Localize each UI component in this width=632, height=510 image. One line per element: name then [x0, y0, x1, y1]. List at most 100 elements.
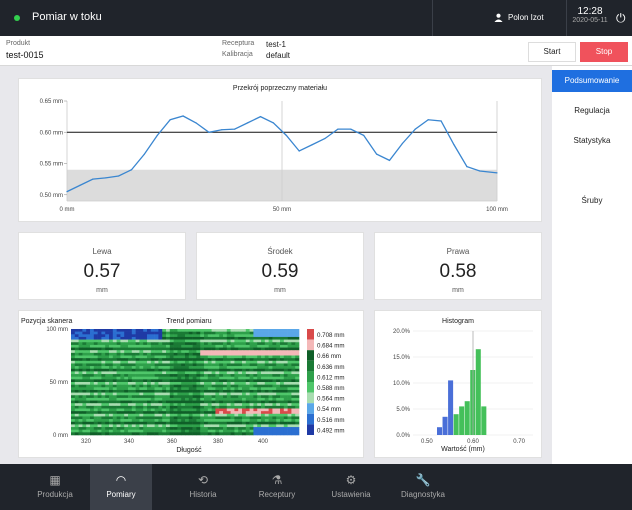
heatmap-cell [120, 392, 125, 396]
heatmap-cell [162, 334, 167, 338]
start-button[interactable]: Start [528, 42, 576, 62]
heatmap-cell [90, 408, 95, 412]
heatmap-cell [207, 397, 212, 401]
heatmap-cell [249, 427, 254, 430]
heatmap-cell [188, 411, 193, 415]
tab-production[interactable]: ▦ Produkcja [24, 464, 86, 510]
heatmap-cell [158, 411, 163, 415]
heatmap-cell [207, 368, 212, 372]
heatmap-cell [200, 413, 205, 417]
heatmap-cell [74, 382, 79, 385]
heatmap-cell [139, 424, 144, 428]
tab-diagnostics[interactable]: 🔧 Diagnostyka [392, 464, 454, 510]
heatmap-cell [280, 408, 285, 412]
heatmap-cell [249, 411, 254, 415]
heatmap-cell [86, 331, 91, 335]
heatmap-cell [253, 432, 258, 436]
heatmap-cell [188, 355, 193, 359]
heatmap-cell [264, 339, 269, 343]
tab-recipes[interactable]: ⚗ Receptury [246, 464, 308, 510]
heatmap-cell [143, 339, 148, 343]
heatmap-cell [192, 427, 197, 430]
heatmap-cell [86, 334, 91, 338]
heatmap-cell [135, 429, 140, 433]
heatmap-cell [238, 376, 243, 380]
heatmap-cell [268, 371, 273, 375]
side-menu-item-regulation[interactable]: Regulacja [552, 100, 632, 122]
heatmap-cell [97, 405, 102, 409]
heatmap-cell [230, 392, 235, 396]
heatmap-cell [120, 429, 125, 433]
heatmap-cell [268, 419, 273, 423]
heatmap-cell [143, 397, 148, 401]
heatmap-cell [71, 334, 76, 338]
heatmap-cell [283, 429, 288, 433]
heatmap-cell [242, 360, 247, 364]
side-menu-item-statistics[interactable]: Statystyka [552, 130, 632, 152]
trend-heatmap-chart: Pozycja skanera Trend pomiaru 100 mm50 m… [21, 318, 345, 454]
heatmap-cell [128, 376, 133, 380]
stop-button[interactable]: Stop [580, 42, 628, 62]
heatmap-cell [280, 360, 285, 364]
heatmap-cell [78, 376, 83, 380]
side-menu-item-summary[interactable]: Podsumowanie [552, 70, 632, 92]
heatmap-cell [128, 342, 133, 346]
heatmap-cell [245, 408, 250, 412]
heatmap-cell [185, 392, 190, 396]
heatmap-cell [90, 384, 95, 388]
heatmap-cell [166, 403, 171, 407]
tab-measurements[interactable]: ◠ Pomiary [90, 464, 152, 510]
heatmap-cell [90, 400, 95, 404]
heatmap-cell [226, 382, 231, 385]
heatmap-cell [276, 384, 281, 388]
heatmap-cell [74, 334, 79, 338]
heatmap-cell [245, 350, 250, 354]
heatmap-cell [97, 424, 102, 428]
heatmap-cell [162, 336, 167, 340]
heatmap-cell [283, 329, 288, 332]
heatmap-cell [207, 384, 212, 388]
power-icon[interactable]: ⏻ [616, 11, 626, 26]
heatmap-cell [287, 382, 292, 385]
heatmap-cell [204, 355, 209, 359]
data-point [66, 191, 68, 193]
heatmap-cell [109, 413, 114, 417]
heatmap-cell [249, 336, 254, 340]
heatmap-cell [238, 342, 243, 346]
heatmap-cell [249, 400, 254, 404]
heatmap-cell [257, 336, 262, 340]
heatmap-cell [249, 395, 254, 399]
heatmap-cell [78, 331, 83, 335]
heatmap-cell [105, 382, 110, 385]
heatmap-cell [223, 350, 228, 354]
heatmap-cell [158, 416, 163, 420]
heatmap-cell [150, 334, 155, 338]
heatmap-cell [112, 416, 117, 420]
heatmap-cell [215, 379, 220, 383]
tab-settings[interactable]: ⚙ Ustawienia [320, 464, 382, 510]
heatmap-cell [173, 387, 178, 391]
heatmap-cell [97, 403, 102, 407]
heatmap-cell [116, 427, 121, 430]
heatmap-cell [131, 360, 136, 364]
heatmap-cell [109, 421, 114, 425]
heatmap-cell [261, 368, 266, 372]
y-tick-label: 50 mm [50, 380, 68, 386]
heatmap-cell [139, 366, 144, 370]
heatmap-cell [181, 413, 186, 417]
heatmap-cell [268, 334, 273, 338]
heatmap-cell [97, 392, 102, 396]
heatmap-cell [181, 416, 186, 420]
heatmap-cell [215, 424, 220, 428]
heatmap-cell [143, 342, 148, 346]
heatmap-cell [177, 397, 182, 401]
heatmap-cell [264, 403, 269, 407]
user-menu[interactable]: Polon Izot [494, 13, 544, 22]
tab-history[interactable]: ⟲ Historia [172, 464, 234, 510]
side-menu-item-screws[interactable]: Śruby [552, 190, 632, 212]
heatmap-cell [101, 339, 106, 343]
heatmap-cell [185, 336, 190, 340]
heatmap-cell [211, 413, 216, 417]
heatmap-cell [124, 421, 129, 425]
histogram-bar [448, 380, 454, 435]
